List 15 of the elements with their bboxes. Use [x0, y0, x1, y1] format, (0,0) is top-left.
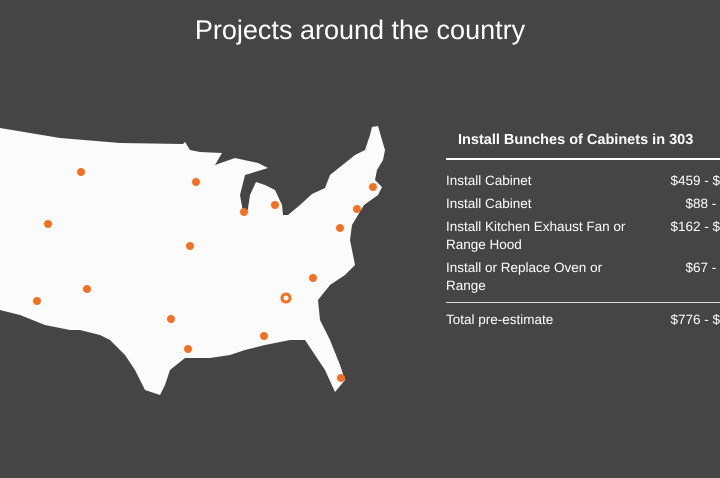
price-range: $162 - $: [670, 218, 720, 236]
map-pin[interactable]: [337, 374, 345, 382]
price-range: $67 -: [685, 258, 718, 277]
total-label: Total pre-estimate: [446, 310, 554, 329]
price-range: $459 - $: [670, 172, 720, 190]
task-name: Install Kitchen Exhaust Fan or Range Hood: [446, 218, 626, 254]
task-name: Install Cabinet: [446, 172, 533, 190]
total-price: $776 - $: [670, 310, 720, 329]
map-pin[interactable]: [240, 208, 248, 216]
task-name: Install Cabinet: [446, 194, 533, 213]
task-name: Install or Replace Oven or Range: [446, 258, 604, 295]
page-heading: Projects around the country: [194, 14, 526, 46]
map-pin[interactable]: [353, 205, 361, 213]
estimate-title: Install Bunches of Cabinets in 303: [446, 130, 720, 160]
price-range: $88 -: [685, 194, 718, 213]
